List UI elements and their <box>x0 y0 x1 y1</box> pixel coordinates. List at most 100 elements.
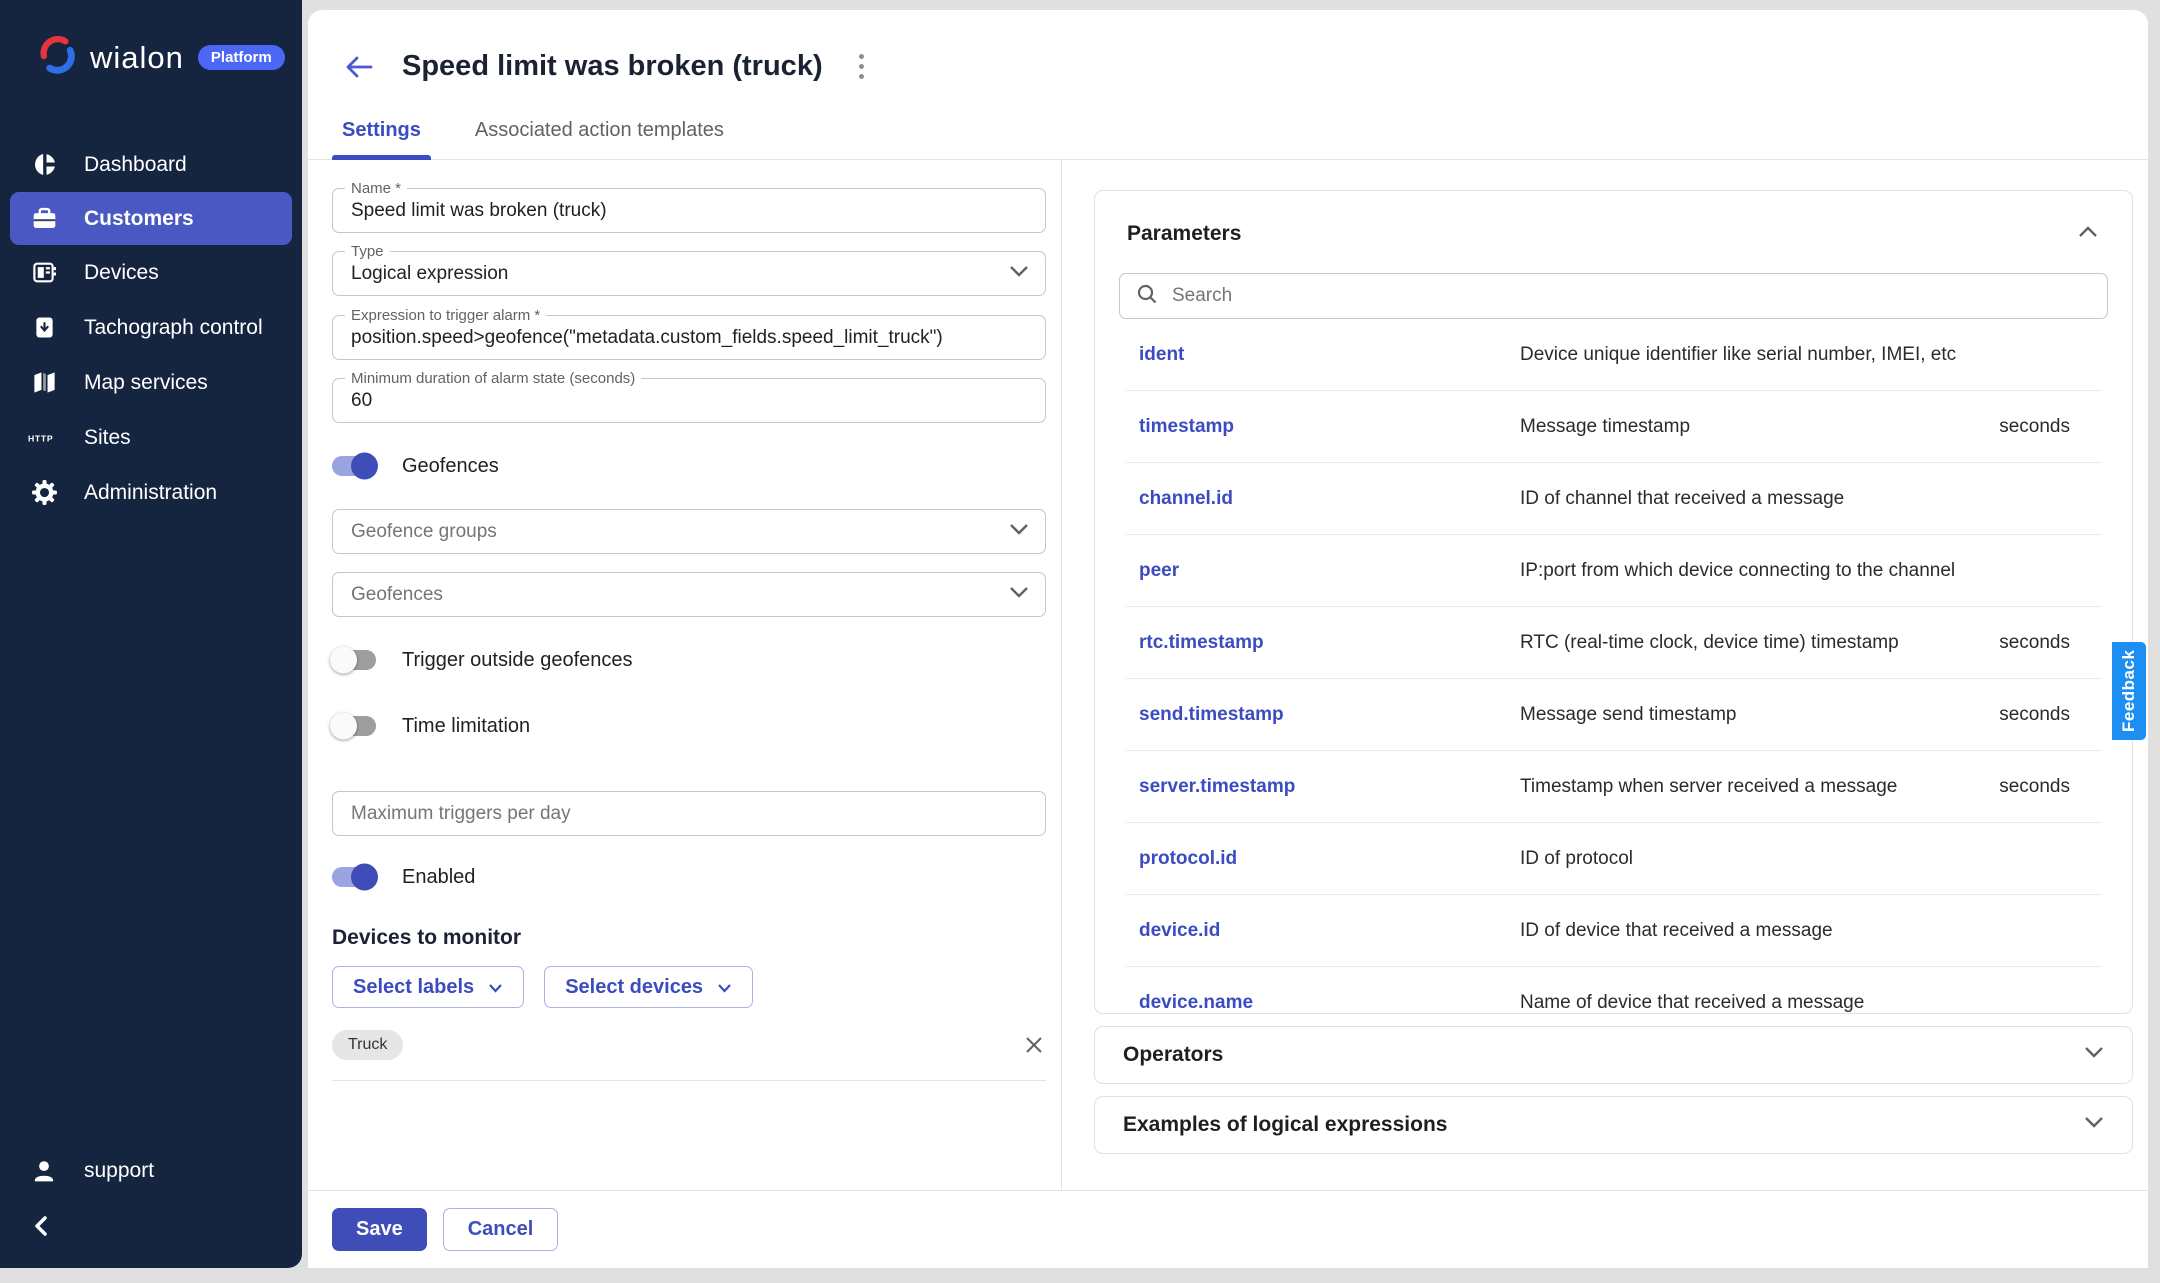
feedback-tab[interactable]: Feedback <box>2112 642 2146 740</box>
parameter-name-link[interactable]: server.timestamp <box>1139 776 1520 798</box>
parameter-name-link[interactable]: timestamp <box>1139 416 1520 438</box>
parameter-row: send.timestampMessage send timestampseco… <box>1125 679 2102 751</box>
sidebar-item-label: Administration <box>84 481 217 505</box>
parameter-name-link[interactable]: channel.id <box>1139 488 1520 510</box>
trigger-outside-geofences-toggle[interactable] <box>332 650 376 670</box>
sidebar-item-customers[interactable]: Customers <box>10 192 292 245</box>
examples-card[interactable]: Examples of logical expressions <box>1094 1096 2133 1154</box>
name-field[interactable]: Name * <box>332 188 1046 233</box>
parameter-row: server.timestampTimestamp when server re… <box>1125 751 2102 823</box>
max-triggers-field[interactable] <box>332 791 1046 836</box>
parameter-description: Message timestamp <box>1520 416 1999 438</box>
search-icon <box>1136 283 1158 310</box>
geofence-groups-select[interactable]: Geofence groups <box>332 509 1046 554</box>
chevron-down-icon <box>2084 1046 2104 1064</box>
parameter-description: Message send timestamp <box>1520 704 1999 726</box>
gear-icon <box>28 479 60 506</box>
parameter-unit: seconds <box>1999 704 2070 726</box>
cancel-button[interactable]: Cancel <box>443 1208 559 1251</box>
search-input[interactable] <box>1172 285 2091 307</box>
parameter-name-link[interactable]: send.timestamp <box>1139 704 1520 726</box>
sidebar-collapse-button[interactable] <box>32 1215 302 1242</box>
min-duration-input[interactable] <box>351 390 1027 412</box>
tab-bar: Settings Associated action templates <box>308 105 2148 160</box>
operators-title: Operators <box>1123 1043 1223 1067</box>
sidebar-item-tachograph-control[interactable]: Tachograph control <box>0 300 302 355</box>
parameter-name-link[interactable]: device.name <box>1139 992 1520 1014</box>
time-limitation-toggle[interactable] <box>332 716 376 736</box>
sidebar-item-administration[interactable]: Administration <box>0 465 302 520</box>
geofences-select[interactable]: Geofences <box>332 572 1046 617</box>
devices-to-monitor-heading: Devices to monitor <box>332 926 1046 950</box>
parameters-table: identDevice unique identifier like seria… <box>1125 319 2102 1014</box>
parameters-card-header: Parameters <box>1119 191 2108 247</box>
chevron-down-icon <box>488 976 503 999</box>
geofences-toggle-label: Geofences <box>402 455 499 478</box>
chevron-down-icon <box>1009 586 1029 604</box>
name-input[interactable] <box>351 200 1027 222</box>
form-actions: Save Cancel <box>308 1190 2148 1268</box>
parameter-row: timestampMessage timestampseconds <box>1125 391 2102 463</box>
reference-panel: Parameters identDevice unique identifier… <box>1094 190 2133 1154</box>
geofences-toggle[interactable] <box>332 456 376 476</box>
parameter-name-link[interactable]: ident <box>1139 344 1520 366</box>
svg-text:HTTP: HTTP <box>28 433 53 443</box>
chevron-up-icon <box>2078 225 2098 238</box>
save-button[interactable]: Save <box>332 1208 427 1251</box>
column-divider <box>1061 160 1062 1190</box>
enabled-toggle[interactable] <box>332 867 376 887</box>
sidebar-item-label: Devices <box>84 261 159 285</box>
parameter-row: channel.idID of channel that received a … <box>1125 463 2102 535</box>
parameter-name-link[interactable]: device.id <box>1139 920 1520 942</box>
select-devices-button[interactable]: Select devices <box>544 966 753 1008</box>
sidebar-item-map-services[interactable]: Map services <box>0 355 302 410</box>
parameters-search[interactable] <box>1119 273 2108 319</box>
app-logo: wialon Platform <box>0 0 302 81</box>
wialon-logo-icon <box>36 34 78 81</box>
back-button[interactable] <box>342 52 376 82</box>
collapse-parameters-button[interactable] <box>2074 221 2102 247</box>
operators-card[interactable]: Operators <box>1094 1026 2133 1084</box>
parameters-title: Parameters <box>1127 222 1241 246</box>
devices-icon <box>28 259 60 286</box>
briefcase-icon <box>28 205 60 232</box>
expression-field[interactable]: Expression to trigger alarm * <box>332 315 1046 360</box>
tab-associated-action-templates[interactable]: Associated action templates <box>475 105 750 159</box>
sidebar-item-support[interactable]: support <box>0 1147 302 1195</box>
type-select[interactable]: Type Logical expression <box>332 251 1046 296</box>
settings-form: Name * Type Logical expression Expressio… <box>332 160 1046 1081</box>
platform-badge: Platform <box>198 45 285 70</box>
sidebar-item-dashboard[interactable]: Dashboard <box>0 137 302 192</box>
expression-field-label: Expression to trigger alarm * <box>345 307 546 324</box>
sidebar-item-label: Tachograph control <box>84 316 263 340</box>
parameter-row: protocol.idID of protocol <box>1125 823 2102 895</box>
parameter-description: ID of channel that received a message <box>1520 488 2070 510</box>
parameter-name-link[interactable]: peer <box>1139 560 1520 582</box>
enabled-toggle-label: Enabled <box>402 866 475 889</box>
min-duration-field[interactable]: Minimum duration of alarm state (seconds… <box>332 378 1046 423</box>
expression-input[interactable] <box>351 327 1027 349</box>
max-triggers-input[interactable] <box>351 803 1027 825</box>
remove-label-button[interactable] <box>1022 1033 1046 1057</box>
parameter-name-link[interactable]: rtc.timestamp <box>1139 632 1520 654</box>
select-labels-button[interactable]: Select labels <box>332 966 524 1008</box>
parameter-unit: seconds <box>1999 416 2070 438</box>
examples-title: Examples of logical expressions <box>1123 1113 1447 1137</box>
type-select-label: Type <box>345 243 390 260</box>
select-devices-label: Select devices <box>565 976 703 999</box>
dashboard-icon <box>28 151 60 178</box>
parameter-name-link[interactable]: protocol.id <box>1139 848 1520 870</box>
type-select-value: Logical expression <box>351 263 508 285</box>
parameter-description: RTC (real-time clock, device time) times… <box>1520 632 1999 654</box>
time-limitation-label: Time limitation <box>402 715 530 738</box>
selected-labels-row: Truck <box>332 1030 1046 1060</box>
geofences-placeholder: Geofences <box>351 584 443 606</box>
kebab-menu-button[interactable] <box>853 48 870 85</box>
sidebar-item-sites[interactable]: HTTPSites <box>0 410 302 465</box>
min-duration-label: Minimum duration of alarm state (seconds… <box>345 370 641 387</box>
support-label: support <box>84 1159 154 1183</box>
parameters-card: Parameters identDevice unique identifier… <box>1094 190 2133 1014</box>
sidebar-item-devices[interactable]: Devices <box>0 245 302 300</box>
page-header: Speed limit was broken (truck) <box>308 10 2148 105</box>
tab-settings[interactable]: Settings <box>342 105 447 159</box>
